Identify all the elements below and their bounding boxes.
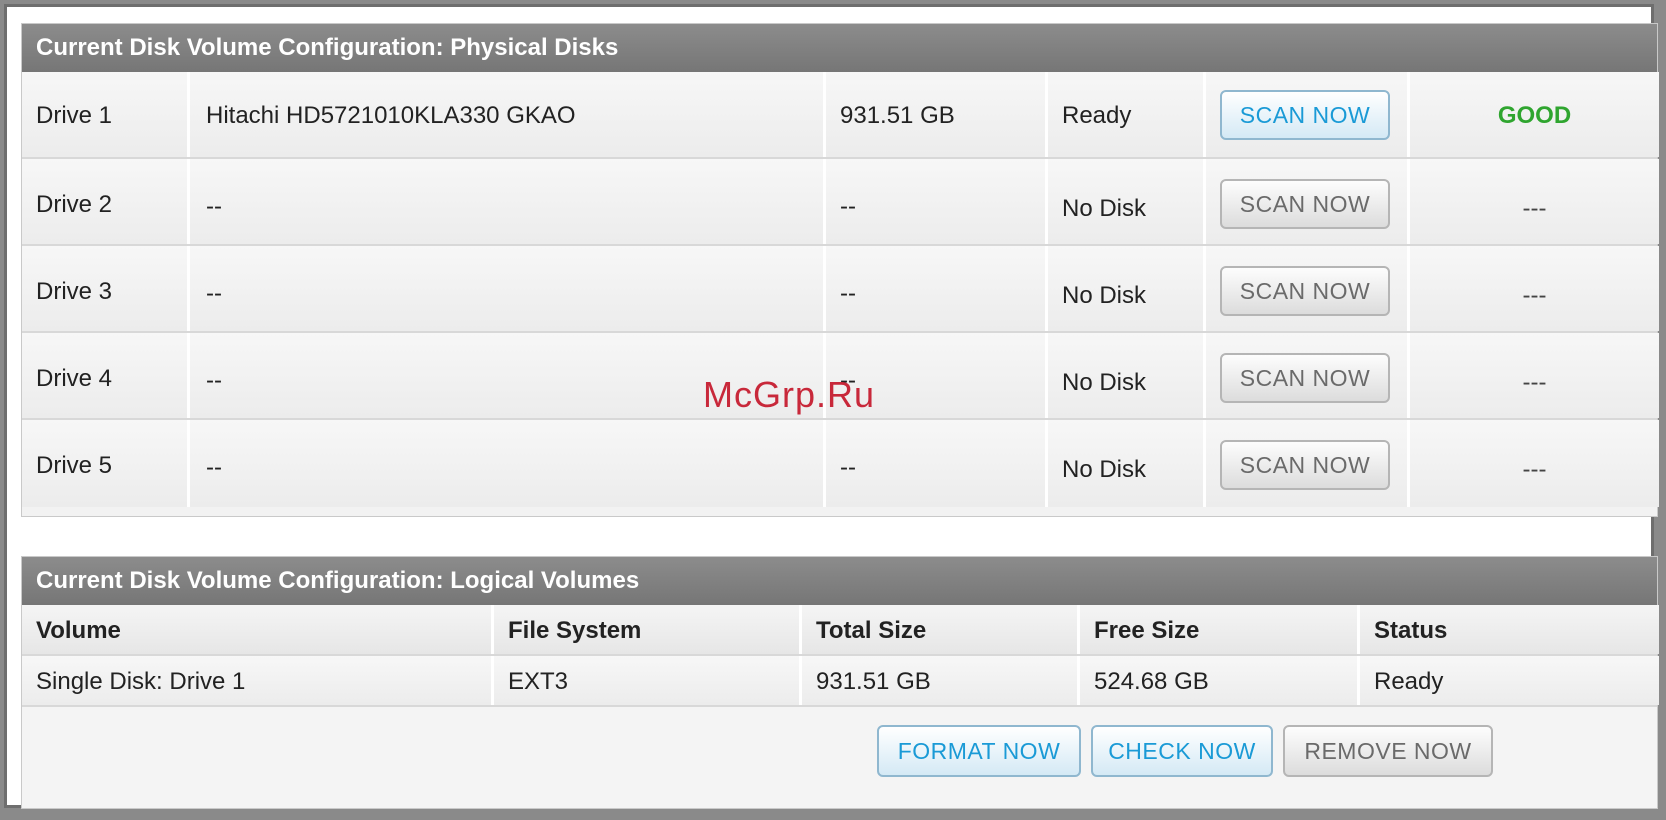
volume-table-header: Volume File System Total Size Free Size … bbox=[22, 605, 1659, 656]
column-header-total-size: Total Size bbox=[802, 605, 1080, 654]
drive-health: --- bbox=[1410, 246, 1659, 331]
drive-model: -- bbox=[190, 246, 826, 331]
drive-health: --- bbox=[1410, 333, 1659, 418]
drive-model: -- bbox=[190, 159, 826, 244]
volume-status: Ready bbox=[1360, 656, 1659, 705]
drive-scan-cell: SCAN NOW bbox=[1206, 333, 1410, 418]
volume-free-size: 524.68 GB bbox=[1080, 656, 1360, 705]
scan-now-button[interactable]: SCAN NOW bbox=[1220, 440, 1390, 490]
remove-now-button[interactable]: REMOVE NOW bbox=[1283, 725, 1493, 777]
volume-file-system: EXT3 bbox=[494, 656, 802, 705]
volume-actions: FORMAT NOW CHECK NOW REMOVE NOW bbox=[22, 707, 1657, 808]
scan-now-button[interactable]: SCAN NOW bbox=[1220, 353, 1390, 403]
drive-size: -- bbox=[826, 420, 1048, 507]
drive-size: -- bbox=[826, 159, 1048, 244]
drive-row: Drive 2 -- -- No Disk SCAN NOW --- bbox=[22, 159, 1659, 246]
scan-now-button[interactable]: SCAN NOW bbox=[1220, 90, 1390, 140]
volume-total-size: 931.51 GB bbox=[802, 656, 1080, 705]
drive-status: Ready bbox=[1048, 72, 1206, 157]
scan-now-button[interactable]: SCAN NOW bbox=[1220, 179, 1390, 229]
drive-name: Drive 2 bbox=[22, 159, 190, 244]
drive-status: No Disk bbox=[1048, 420, 1206, 507]
scan-now-button[interactable]: SCAN NOW bbox=[1220, 266, 1390, 316]
drive-model: -- bbox=[190, 333, 826, 418]
drive-health: --- bbox=[1410, 420, 1659, 507]
column-header-status: Status bbox=[1360, 605, 1659, 654]
logical-volumes-panel: Current Disk Volume Configuration: Logic… bbox=[21, 556, 1659, 809]
drive-status: No Disk bbox=[1048, 333, 1206, 418]
drive-size: 931.51 GB bbox=[826, 72, 1048, 157]
table-row: Single Disk: Drive 1 EXT3 931.51 GB 524.… bbox=[22, 656, 1659, 707]
drive-name: Drive 3 bbox=[22, 246, 190, 331]
drive-name: Drive 4 bbox=[22, 333, 190, 418]
drive-size: -- bbox=[826, 246, 1048, 331]
column-header-file-system: File System bbox=[494, 605, 802, 654]
drive-name: Drive 5 bbox=[22, 420, 190, 507]
drive-model: Hitachi HD5721010KLA330 GKAO bbox=[190, 72, 826, 157]
drive-name: Drive 1 bbox=[22, 72, 190, 157]
drive-health-cell: GOOD bbox=[1410, 72, 1659, 157]
drive-size: -- bbox=[826, 333, 1048, 418]
column-header-volume: Volume bbox=[22, 605, 494, 654]
drive-scan-cell: SCAN NOW bbox=[1206, 72, 1410, 157]
drive-scan-cell: SCAN NOW bbox=[1206, 159, 1410, 244]
drive-row: Drive 1 Hitachi HD5721010KLA330 GKAO 931… bbox=[22, 72, 1659, 159]
logical-volumes-title: Current Disk Volume Configuration: Logic… bbox=[22, 557, 1657, 605]
drive-row: Drive 5 -- -- No Disk SCAN NOW --- bbox=[22, 420, 1659, 507]
physical-disks-panel: Current Disk Volume Configuration: Physi… bbox=[21, 23, 1659, 517]
physical-disks-title: Current Disk Volume Configuration: Physi… bbox=[22, 24, 1657, 72]
drive-scan-cell: SCAN NOW bbox=[1206, 420, 1410, 507]
drive-status: No Disk bbox=[1048, 159, 1206, 244]
column-header-free-size: Free Size bbox=[1080, 605, 1360, 654]
drive-status: No Disk bbox=[1048, 246, 1206, 331]
drive-row: Drive 4 -- -- No Disk SCAN NOW --- bbox=[22, 333, 1659, 420]
drive-model: -- bbox=[190, 420, 826, 507]
format-now-button[interactable]: FORMAT NOW bbox=[877, 725, 1081, 777]
drive-row: Drive 3 -- -- No Disk SCAN NOW --- bbox=[22, 246, 1659, 333]
check-now-button[interactable]: CHECK NOW bbox=[1091, 725, 1273, 777]
volume-name: Single Disk: Drive 1 bbox=[22, 656, 494, 705]
drive-scan-cell: SCAN NOW bbox=[1206, 246, 1410, 331]
drive-health-good: GOOD bbox=[1497, 102, 1572, 129]
drive-health: --- bbox=[1410, 159, 1659, 244]
disk-config-page: Current Disk Volume Configuration: Physi… bbox=[4, 4, 1659, 809]
